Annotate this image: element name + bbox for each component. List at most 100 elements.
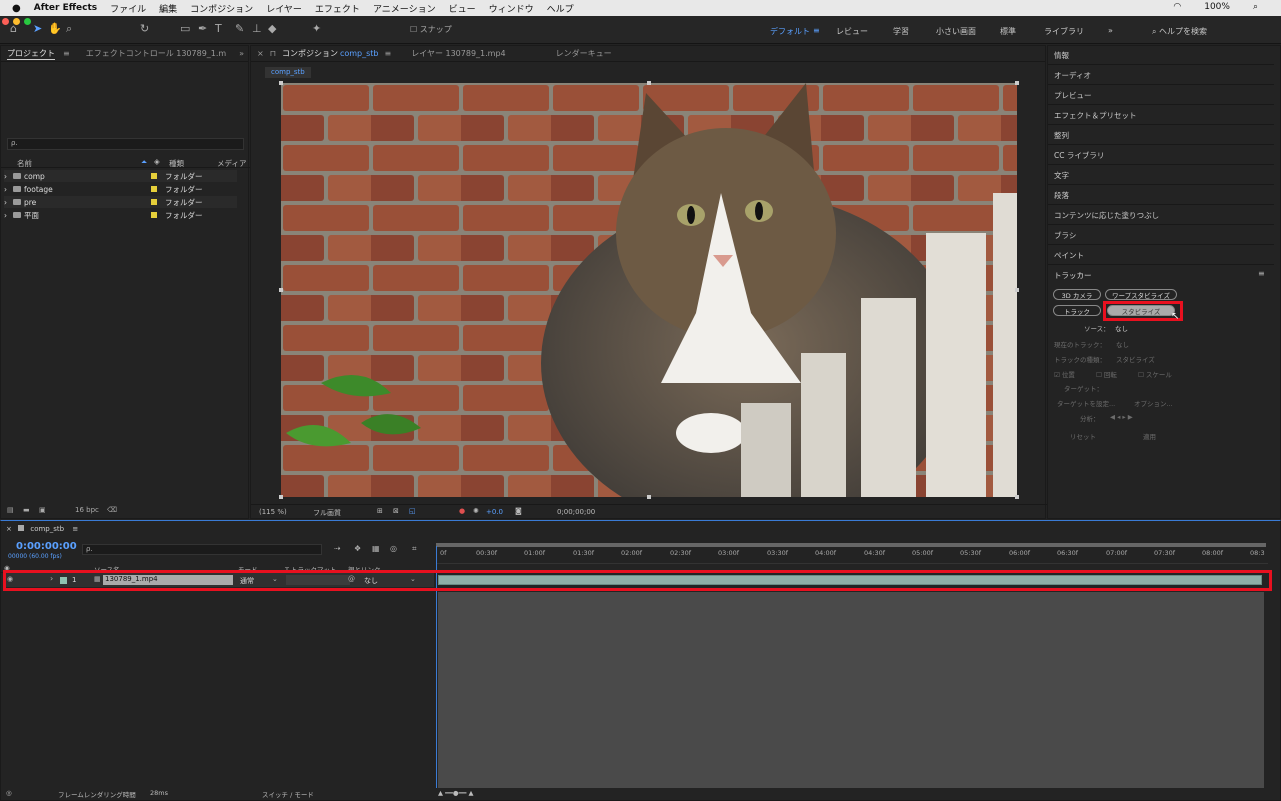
rotation-checkbox[interactable]: ☐ 回転 — [1096, 369, 1117, 379]
column-name[interactable]: 名前 — [17, 158, 32, 169]
panel-content-aware-fill[interactable]: コンテンツに応じた塗りつぶし — [1054, 210, 1159, 221]
tab-effect-controls[interactable]: エフェクトコントロール 130789_1.m — [86, 48, 227, 59]
region-icon[interactable]: ◱ — [409, 507, 416, 515]
panel-menu-icon[interactable]: ≡ — [63, 49, 70, 58]
camera-icon[interactable]: ◙ — [515, 507, 522, 515]
panel-paint[interactable]: ペイント — [1054, 250, 1084, 261]
close-window-icon[interactable] — [2, 18, 9, 25]
tab-render-queue[interactable]: レンダーキュー — [556, 48, 612, 59]
workspace-review[interactable]: レビュー — [836, 26, 868, 37]
close-tab-icon[interactable]: × — [257, 49, 264, 58]
chevron-right-icon[interactable]: » — [239, 49, 244, 58]
transform-handle[interactable] — [279, 495, 283, 499]
tab-comp-name[interactable]: comp_stb — [340, 49, 379, 58]
project-item[interactable]: › 平面 フォルダー — [4, 209, 237, 221]
menu-help[interactable]: ヘルプ — [547, 2, 574, 15]
warp-stabilize-button[interactable]: ワープスタビライズ — [1105, 289, 1177, 300]
workspace-libraries[interactable]: ライブラリ — [1044, 26, 1084, 37]
pen-tool-icon[interactable]: ✒ — [198, 22, 207, 35]
label-icon[interactable]: ◈ — [154, 157, 160, 166]
app-menu[interactable]: After Effects — [34, 3, 97, 13]
search-icon[interactable]: ⌕ — [1253, 2, 1258, 12]
battery-label[interactable]: 100% — [1204, 2, 1230, 12]
source-dropdown[interactable]: なし — [1115, 323, 1128, 333]
3d-camera-button[interactable]: 3D カメラ — [1053, 289, 1101, 300]
timeline-tab[interactable]: comp_stb — [30, 525, 64, 533]
menu-layer[interactable]: レイヤー — [266, 2, 302, 15]
panel-preview[interactable]: プレビュー — [1054, 90, 1092, 101]
workspace-learn[interactable]: 学習 — [893, 26, 909, 37]
new-comp-icon[interactable]: ▣ — [39, 506, 46, 514]
comp-breadcrumb[interactable]: comp_stb — [265, 67, 311, 78]
workspace-small-screen[interactable]: 小さい画面 — [936, 26, 976, 37]
switches-modes-toggle[interactable]: スイッチ / モード — [262, 789, 314, 799]
chevron-right-icon[interactable]: » — [1108, 26, 1113, 35]
expand-arrow-icon[interactable]: › — [4, 185, 7, 194]
panel-effects-presets[interactable]: エフェクト＆プリセット — [1054, 110, 1137, 121]
panel-menu-icon[interactable]: ≡ — [1258, 269, 1265, 278]
panel-brushes[interactable]: ブラシ — [1054, 230, 1076, 241]
expand-arrow-icon[interactable]: › — [4, 198, 7, 207]
timecode[interactable]: 0:00:00:00 — [16, 541, 77, 552]
menu-edit[interactable]: 編集 — [159, 2, 177, 15]
analyze-controls[interactable]: ◀ ◂ ▸ ▶ — [1110, 413, 1133, 421]
panel-menu-icon[interactable]: ≡ — [72, 525, 78, 533]
expand-arrow-icon[interactable]: › — [4, 172, 7, 181]
current-time[interactable]: 0;00;00;00 — [557, 508, 595, 516]
frame-blend-icon[interactable]: ▦ — [372, 544, 380, 553]
wifi-icon[interactable]: ◠ — [1173, 2, 1181, 12]
rotate-tool-icon[interactable]: ↻ — [140, 22, 149, 35]
lock-icon[interactable]: ⊓ — [270, 49, 276, 58]
snap-checkbox[interactable]: ☐ スナップ — [410, 24, 452, 35]
quality-dropdown[interactable]: フル画質 — [313, 508, 341, 518]
transform-handle[interactable] — [1015, 495, 1019, 499]
panel-align[interactable]: 整列 — [1054, 130, 1069, 141]
transform-handle[interactable] — [279, 288, 283, 292]
new-item-icon[interactable]: ▤ — [7, 506, 14, 514]
tab-composition[interactable]: コンポジション — [282, 48, 338, 59]
transform-handle[interactable] — [1015, 288, 1019, 292]
grid-icon[interactable]: ⊞ — [377, 507, 383, 515]
new-folder-icon[interactable]: ▬ — [23, 506, 30, 514]
work-area-bar[interactable] — [436, 543, 1266, 547]
menu-window[interactable]: ウィンドウ — [489, 2, 534, 15]
stamp-tool-icon[interactable]: ⊥ — [252, 22, 262, 35]
apple-icon[interactable]: ● — [12, 3, 21, 14]
apply-button[interactable]: 適用 — [1143, 431, 1156, 441]
home-icon[interactable]: ⌂ — [10, 22, 17, 35]
exposure-value[interactable]: +0.0 — [486, 508, 503, 516]
panel-tracker-title[interactable]: トラッカー — [1054, 270, 1092, 281]
tab-layer[interactable]: レイヤー 130789_1.mp4 — [411, 48, 505, 59]
zoom-dropdown[interactable]: (115 %) — [259, 508, 287, 516]
rectangle-tool-icon[interactable]: ▭ — [180, 22, 190, 35]
panel-audio[interactable]: オーディオ — [1054, 70, 1091, 81]
current-track-dropdown[interactable]: なし — [1116, 339, 1129, 349]
panel-paragraph[interactable]: 段落 — [1054, 190, 1069, 201]
project-item[interactable]: › pre フォルダー — [4, 196, 237, 208]
project-search-input[interactable]: ρ. — [7, 138, 244, 150]
menu-effect[interactable]: エフェクト — [315, 2, 360, 15]
timeline-empty-area[interactable] — [438, 592, 1264, 788]
track-motion-button[interactable]: トラック — [1053, 305, 1101, 316]
exposure-icon[interactable]: ✺ — [473, 507, 479, 515]
motion-blur-icon[interactable]: ◎ — [390, 544, 397, 553]
transform-handle[interactable] — [647, 81, 651, 85]
close-tab-icon[interactable]: × — [6, 525, 12, 533]
zoom-slider[interactable]: ▲ ━━●━━ ▲ — [438, 789, 473, 797]
text-tool-icon[interactable]: T — [215, 22, 222, 35]
trash-icon[interactable]: ⌫ — [107, 506, 117, 514]
mask-icon[interactable]: ⊠ — [393, 507, 399, 515]
set-target-button[interactable]: ターゲットを設定... — [1057, 398, 1115, 408]
panel-character[interactable]: 文字 — [1054, 170, 1069, 181]
transform-handle[interactable] — [647, 495, 651, 499]
bpc-label[interactable]: 16 bpc — [75, 506, 99, 514]
position-checkbox[interactable]: ☑ 位置 — [1054, 369, 1075, 379]
color-channel-icon[interactable]: ● — [459, 507, 465, 515]
timeline-search-input[interactable]: ρ. — [82, 544, 322, 555]
column-media[interactable]: メディア — [217, 158, 246, 169]
selection-tool-icon[interactable]: ➤ — [33, 22, 42, 35]
workspace-menu-icon[interactable]: ≡ — [813, 26, 820, 35]
brush-tool-icon[interactable]: ✎ — [235, 22, 244, 35]
draft-3d-icon[interactable]: ❖ — [354, 544, 361, 553]
track-type-dropdown[interactable]: スタビライズ — [1116, 354, 1155, 364]
